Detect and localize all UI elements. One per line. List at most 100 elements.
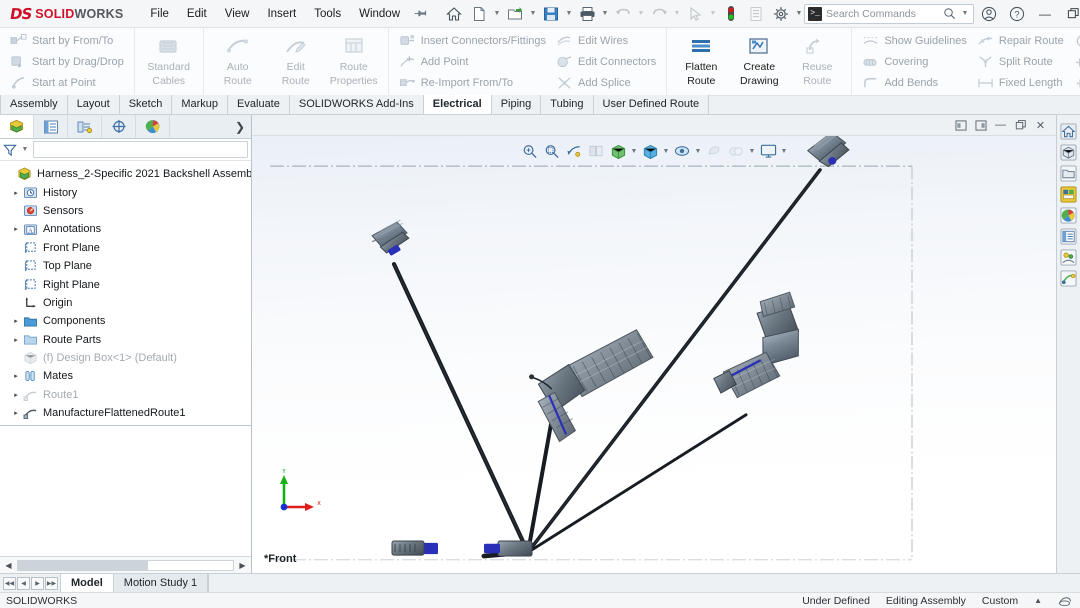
hscroll-track[interactable] <box>17 560 234 571</box>
tab-nav-next[interactable]: ▶ <box>31 577 44 590</box>
menu-tools[interactable]: Tools <box>305 3 350 25</box>
tab-assembly[interactable]: Assembly <box>0 95 68 114</box>
add-bends-button[interactable]: Add Bends <box>857 73 972 93</box>
view-palette-icon[interactable] <box>1059 184 1079 204</box>
hide-show-items-icon[interactable] <box>672 140 693 162</box>
tab-nav-last[interactable]: ▶▶ <box>45 577 58 590</box>
tab-evaluate[interactable]: Evaluate <box>228 95 290 114</box>
print-dropdown-icon[interactable]: ▼ <box>600 3 610 25</box>
display-style-dropdown-icon[interactable]: ▼ <box>662 148 671 155</box>
solidworks-forum-icon[interactable] <box>1059 247 1079 267</box>
tab-electrical[interactable]: Electrical <box>424 95 492 114</box>
redo-dropdown-icon[interactable]: ▼ <box>672 3 682 25</box>
tab-user-defined-route[interactable]: User Defined Route <box>594 95 710 114</box>
menu-file[interactable]: File <box>141 3 178 25</box>
tree-item-design-box[interactable]: (f) Design Box<1> (Default) <box>0 349 251 367</box>
file-properties-icon[interactable] <box>744 3 768 25</box>
wire-harness-model[interactable] <box>252 136 1056 573</box>
help-question-icon[interactable]: ? <box>1004 3 1030 25</box>
tree-item-components[interactable]: ▸ Components <box>0 312 251 330</box>
status-units-caret-icon[interactable]: ▲ <box>1034 596 1042 605</box>
tree-item-right-plane[interactable]: Right Plane <box>0 275 251 293</box>
tree-item-assembly-root[interactable]: Harness_2-Specific 2021 Backshell Assemb… <box>0 165 251 183</box>
filter-dropdown-icon[interactable]: ▼ <box>20 139 30 161</box>
tree-twist-history[interactable]: ▸ <box>10 189 22 197</box>
apply-scene-dropdown-icon[interactable]: ▼ <box>748 148 757 155</box>
status-units[interactable]: Custom <box>982 595 1018 607</box>
design-library-icon[interactable] <box>1059 142 1079 162</box>
restore-window-icon[interactable] <box>1060 3 1080 25</box>
tree-item-manufacture-flattened-route1[interactable]: ▸ ManufactureFlattenedRoute1 <box>0 404 251 422</box>
tree-item-top-plane[interactable]: Top Plane <box>0 257 251 275</box>
tree-item-front-plane[interactable]: Front Plane <box>0 239 251 257</box>
solidworks-resources-icon[interactable] <box>1059 121 1079 141</box>
flatten-route-button[interactable]: Flatten Route <box>672 30 730 93</box>
tree-item-route-parts[interactable]: ▸ Route Parts <box>0 331 251 349</box>
routing-library-manager-icon[interactable] <box>1059 268 1079 288</box>
standard-cables-button[interactable]: Standard Cables <box>140 30 198 93</box>
document-restore-icon[interactable] <box>1011 117 1030 133</box>
tree-twist-manufacture-flattened-route1[interactable]: ▸ <box>10 409 22 417</box>
tab-sketch[interactable]: Sketch <box>120 95 173 114</box>
account-circle-icon[interactable] <box>976 3 1002 25</box>
reuse-route-button[interactable]: Reuse Route <box>788 30 846 93</box>
select-dropdown-icon[interactable]: ▼ <box>708 3 718 25</box>
start-by-drag-drop-button[interactable]: Start by Drag/Drop <box>5 52 129 72</box>
tab-tubing[interactable]: Tubing <box>541 95 593 114</box>
property-manager-tab[interactable] <box>34 115 68 138</box>
magnifier-icon[interactable] <box>943 7 956 20</box>
menu-edit[interactable]: Edit <box>178 3 216 25</box>
route-properties-button[interactable]: Route Properties <box>325 30 383 93</box>
undo-icon[interactable] <box>611 3 635 25</box>
unhook-from-clip-button[interactable]: Unhook from Clip <box>1069 73 1080 93</box>
new-document-icon[interactable] <box>467 3 491 25</box>
viewport[interactable]: ▼ ▼ ▼ ▼ <box>252 135 1056 573</box>
search-input[interactable] <box>826 8 939 20</box>
apply-scene-icon[interactable] <box>726 140 747 162</box>
edit-route-button[interactable]: Edit Route <box>267 30 325 93</box>
view-settings-icon[interactable] <box>758 140 779 162</box>
configuration-manager-tab[interactable] <box>68 115 102 138</box>
filter-funnel-icon[interactable] <box>3 143 17 157</box>
previous-view-icon[interactable] <box>564 140 585 162</box>
tree-twist-annotations[interactable]: ▸ <box>10 225 22 233</box>
edit-appearance-icon[interactable] <box>704 140 725 162</box>
open-folder-icon[interactable] <box>503 3 527 25</box>
search-commands-box[interactable]: >_ ▼ <box>804 4 974 24</box>
reimport-from-to-button[interactable]: Re-Import From/To <box>394 73 551 93</box>
print-icon[interactable] <box>575 3 599 25</box>
hide-show-dropdown-icon[interactable]: ▼ <box>694 148 703 155</box>
search-dropdown-icon[interactable]: ▼ <box>960 3 970 25</box>
repair-route-button[interactable]: Repair Route <box>972 31 1069 51</box>
tab-nav-prev[interactable]: ◀ <box>17 577 30 590</box>
start-at-point-button[interactable]: Start at Point <box>5 73 129 93</box>
display-manager-tab[interactable] <box>136 115 170 138</box>
tree-twist-route1[interactable]: ▸ <box>10 391 22 399</box>
tab-motion-study-1[interactable]: Motion Study 1 <box>113 574 208 592</box>
new-document-dropdown-icon[interactable]: ▼ <box>492 3 502 25</box>
tab-solidworks-add-ins[interactable]: SOLIDWORKS Add-Ins <box>290 95 424 114</box>
auto-route-button[interactable]: Auto Route <box>209 30 267 93</box>
restore-down-icon[interactable] <box>951 117 970 133</box>
tab-nav-first[interactable]: ◀◀ <box>3 577 16 590</box>
tree-item-origin[interactable]: Origin <box>0 294 251 312</box>
home-icon[interactable] <box>442 3 466 25</box>
add-point-button[interactable]: Add Point <box>394 52 551 72</box>
zoom-to-area-icon[interactable] <box>542 140 563 162</box>
tab-markup[interactable]: Markup <box>172 95 228 114</box>
start-by-from-to-button[interactable]: Start by From/To <box>5 31 129 51</box>
section-view-icon[interactable] <box>586 140 607 162</box>
select-cursor-icon[interactable] <box>683 3 707 25</box>
minimize-button[interactable]: — <box>1032 3 1058 25</box>
view-settings-dropdown-icon[interactable]: ▼ <box>780 148 789 155</box>
zoom-to-fit-icon[interactable] <box>520 140 541 162</box>
insert-connectors-button[interactable]: Insert Connectors/Fittings <box>394 31 551 51</box>
tab-model[interactable]: Model <box>60 574 114 592</box>
options-gear-icon[interactable] <box>769 3 793 25</box>
feature-manager-tree-tab[interactable] <box>0 115 34 138</box>
rotate-clip-button[interactable]: Rotate Clip <box>1069 31 1080 51</box>
view-orientation-dropdown-icon[interactable]: ▼ <box>630 148 639 155</box>
show-guidelines-button[interactable]: Show Guidelines <box>857 31 972 51</box>
hscroll-right-arrow[interactable]: ▶ <box>236 561 249 570</box>
tree-twist-mates[interactable]: ▸ <box>10 372 22 380</box>
